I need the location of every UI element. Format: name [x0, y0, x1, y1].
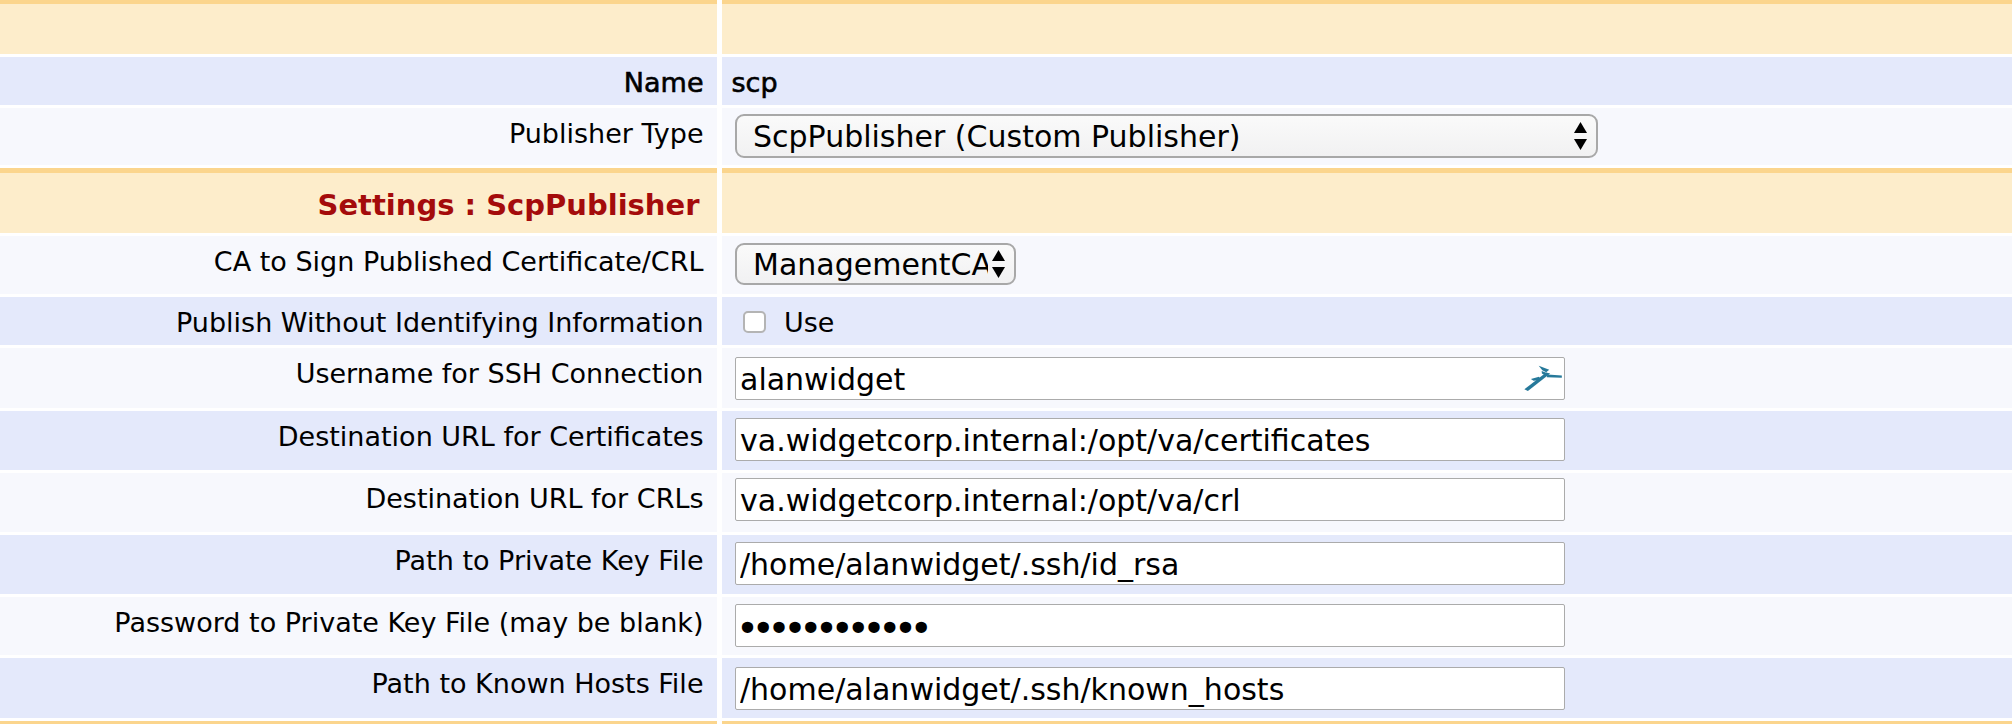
username-row: Username for SSH Connection — [0, 348, 2012, 408]
password-cell — [722, 597, 2012, 655]
section-band-top-right — [722, 0, 2012, 54]
private-key-cell — [722, 535, 2012, 594]
crl-url-cell — [722, 473, 2012, 532]
known-hosts-cell — [722, 658, 2012, 718]
section-band-top — [0, 0, 2012, 54]
ca-cell: ManagementCA — [722, 236, 2012, 294]
anonymize-cell: Use — [722, 297, 2012, 345]
publisher-type-select[interactable]: ScpPublisher (Custom Publisher) — [735, 114, 1598, 158]
private-key-label: Path to Private Key File — [0, 535, 717, 594]
private-key-row: Path to Private Key File — [0, 535, 2012, 594]
password-row: Password to Private Key File (may be bla… — [0, 597, 2012, 655]
cert-url-row: Destination URL for Certificates — [0, 411, 2012, 470]
crl-url-label: Destination URL for CRLs — [0, 473, 717, 532]
section-band-top-left — [0, 0, 717, 54]
crl-url-row: Destination URL for CRLs — [0, 473, 2012, 532]
publisher-type-row: Publisher Type ScpPublisher (Custom Publ… — [0, 108, 2012, 165]
edit-publisher-page: Name scp Publisher Type ScpPublisher (Cu… — [0, 0, 2012, 724]
settings-section-row: Settings : ScpPublisher — [0, 168, 2012, 233]
cert-url-label: Destination URL for Certificates — [0, 411, 717, 470]
anonymize-label: Publish Without Identifying Information — [0, 297, 717, 345]
name-value: scp — [722, 57, 2012, 105]
cert-url-input[interactable] — [735, 418, 1565, 461]
publisher-type-cell: ScpPublisher (Custom Publisher) — [722, 108, 2012, 165]
password-label: Password to Private Key File (may be bla… — [0, 597, 717, 655]
username-label: Username for SSH Connection — [0, 348, 717, 408]
name-row: Name scp — [0, 57, 2012, 105]
anonymize-row: Publish Without Identifying Information … — [0, 297, 2012, 345]
use-checkbox-label: Use — [784, 307, 834, 339]
settings-section-title: Settings : ScpPublisher — [318, 188, 700, 222]
password-input[interactable] — [735, 604, 1565, 647]
name-label: Name — [0, 57, 717, 105]
ca-row: CA to Sign Published Certificate/CRL Man… — [0, 236, 2012, 294]
ca-label: CA to Sign Published Certificate/CRL — [0, 236, 717, 294]
settings-section-cell: Settings : ScpPublisher — [0, 168, 717, 233]
username-cell — [722, 348, 2012, 408]
cert-url-cell — [722, 411, 2012, 470]
crl-url-input[interactable] — [735, 478, 1565, 521]
private-key-input[interactable] — [735, 542, 1565, 585]
known-hosts-label: Path to Known Hosts File — [0, 658, 717, 718]
known-hosts-row: Path to Known Hosts File — [0, 658, 2012, 718]
publisher-type-label: Publisher Type — [0, 108, 717, 165]
settings-section-right — [722, 168, 2012, 233]
ca-select[interactable]: ManagementCA — [735, 243, 1016, 285]
use-checkbox[interactable] — [743, 311, 766, 333]
username-input[interactable] — [735, 357, 1565, 400]
known-hosts-input[interactable] — [735, 667, 1565, 710]
